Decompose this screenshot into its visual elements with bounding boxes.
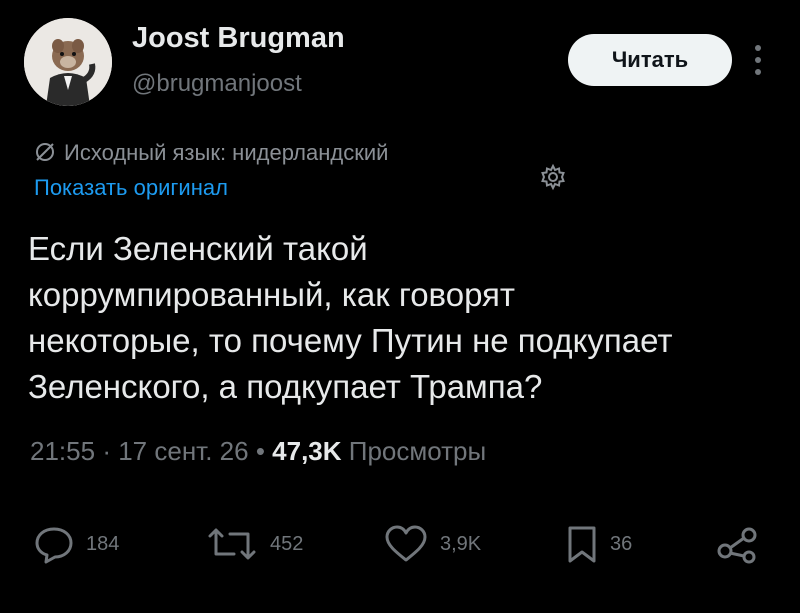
source-language: Исходный язык: нидерландский [64,140,389,165]
reply-icon [35,527,73,564]
tweet-line: коррумпированный, как говорят [28,276,516,313]
avatar-image [24,18,112,106]
bookmark-icon [568,526,596,563]
repost-icon [208,528,256,560]
tweet-date[interactable]: 17 сент. 26 [118,436,248,466]
translation-notice: Исходный язык: нидерландский [34,140,388,166]
settings-icon[interactable] [538,162,568,192]
views-count: 47,3K [272,436,342,466]
more-icon[interactable] [752,42,764,78]
share-button[interactable] [716,524,770,564]
meta-dot: • [255,436,265,466]
views-label: Просмотры [348,436,487,466]
tweet-meta: 21:55 · 17 сент. 26 • 47,3K Просмотры [30,436,486,467]
follow-button[interactable]: Читать [568,34,732,86]
tweet-line: Зеленского, а подкупает Трампа? [28,368,543,405]
bookmark-button[interactable]: 36 [564,524,632,564]
user-handle[interactable]: @brugmanjoost [132,70,302,98]
reply-count: 184 [86,532,120,555]
tweet-line: Если Зеленский такой [28,230,368,267]
tweet-line: некоторые, то почему Путин не подкупает [28,322,673,359]
repost-count: 452 [270,532,304,555]
share-icon [717,527,757,564]
avatar[interactable] [24,18,112,106]
like-icon [385,525,427,562]
like-button[interactable]: 3,9K [382,524,481,564]
meta-separator: · [102,436,111,466]
bookmark-count: 36 [610,532,633,555]
repost-button[interactable]: 452 [204,524,303,564]
tweet-time[interactable]: 21:55 [30,436,95,466]
tweet-text: Если Зеленский такой коррумпированный, к… [28,226,768,410]
display-name[interactable]: Joost Brugman [132,22,345,55]
like-count: 3,9K [440,532,482,555]
globe-icon [36,143,54,161]
reply-button[interactable]: 184 [32,524,119,564]
show-original-link[interactable]: Показать оригинал [34,175,228,201]
